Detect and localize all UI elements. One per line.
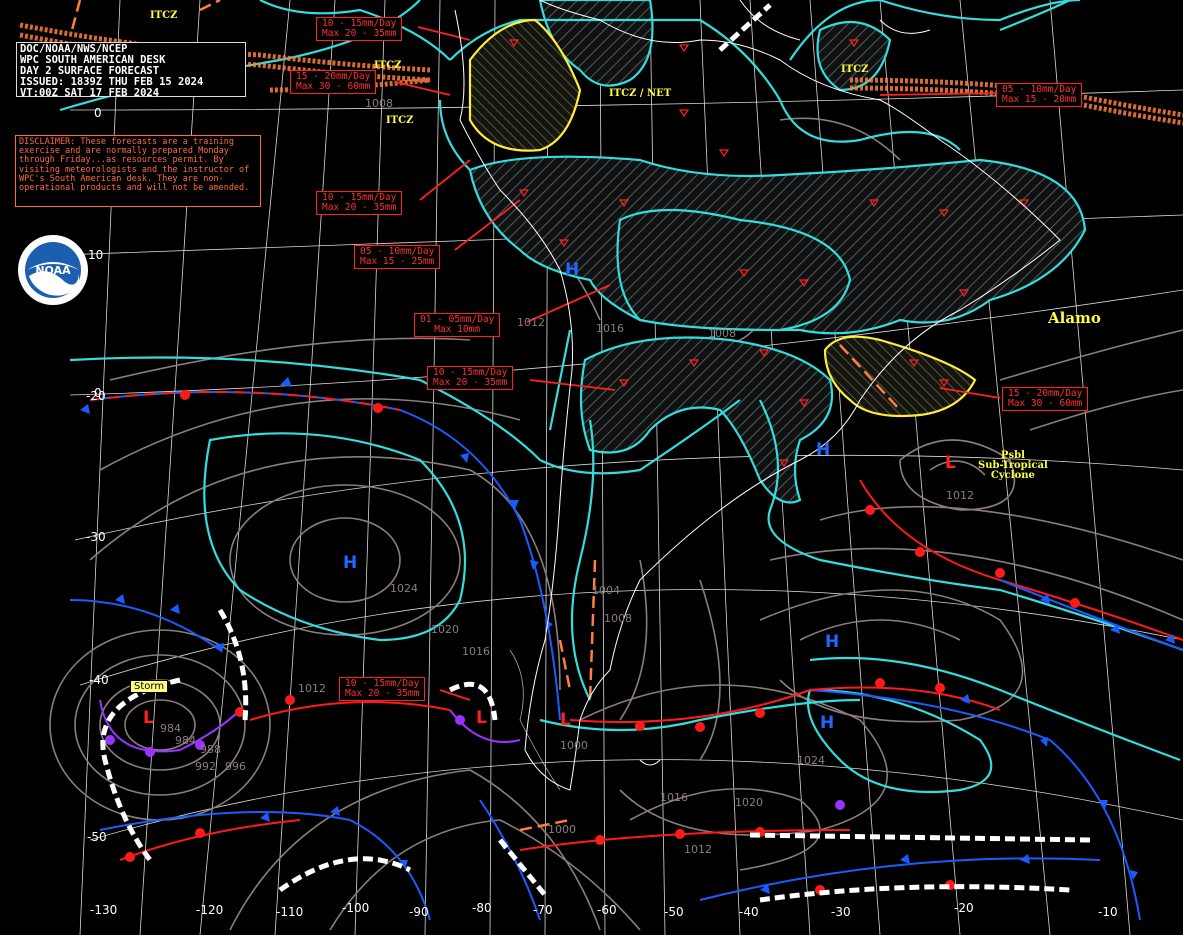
- precip-box: 05 - 10mm/Day Max 15 - 25mm: [354, 245, 441, 269]
- precip-box: 15 - 20mm/Day Max 30 - 60mm: [1002, 387, 1089, 411]
- isobar-label: 1004: [592, 584, 620, 597]
- precip-box: 10 - 15mm/Day Max 20 - 35mm: [339, 677, 426, 701]
- isobar-label: 988: [200, 743, 221, 756]
- lon-label: -70: [533, 903, 553, 917]
- lon-label: -30: [831, 905, 851, 919]
- low-pressure-center: L: [945, 453, 956, 473]
- noaa-logo-text: NOAA: [35, 264, 71, 277]
- lat-label: -20: [86, 389, 106, 403]
- itcz-label: ITCZ: [386, 115, 414, 126]
- isobar-label: 1008: [708, 327, 736, 340]
- precip-box: 10 - 15mm/Day Max 20 - 35mm: [316, 17, 403, 41]
- itcz-label: ITCZ: [841, 64, 869, 75]
- isobar-label: 992: [195, 760, 216, 773]
- isobar-label: 1008: [604, 612, 632, 625]
- product-header: DOC/NOAA/NWS/NCEP WPC SOUTH AMERICAN DES…: [16, 42, 246, 99]
- precip-box: 10 - 15mm/Day Max 20 - 35mm: [316, 191, 403, 215]
- isobar-label: 1016: [462, 645, 490, 658]
- alamo-label: Alamo: [1048, 309, 1101, 327]
- lon-label: -60: [597, 903, 617, 917]
- lat-label: -30: [86, 530, 106, 544]
- isobar-label: 1024: [797, 754, 825, 767]
- isobar-label: 996: [225, 760, 246, 773]
- precip-box: 01 - 05mm/Day Max 10mm: [414, 313, 501, 337]
- lon-label: -130: [90, 903, 118, 917]
- precip-box: 05 - 10mm/Day Max 15 - 20mm: [996, 83, 1083, 107]
- header-valid: VT:00Z SAT 17 FEB 2024: [20, 87, 160, 99]
- itcz-label: ITCZ: [374, 60, 402, 71]
- isobar-label: 1020: [431, 623, 459, 636]
- high-pressure-center: H: [565, 260, 580, 280]
- high-pressure-center: H: [343, 553, 358, 573]
- lat-label: 10: [88, 248, 104, 262]
- lat-label: 0: [94, 106, 102, 120]
- storm-label: Storm: [130, 680, 169, 693]
- itcz-net-label: ITCZ / NET: [609, 88, 672, 99]
- precip-box: 10 - 15mm/Day Max 20 - 35mm: [427, 366, 514, 390]
- disclaimer: DISCLAIMER: These forecasts are a traini…: [15, 135, 261, 207]
- isobar-label: 1016: [660, 791, 688, 804]
- precip-box: 15 - 20mm/Day Max 30 - 60mm: [290, 70, 377, 94]
- itcz-label: ITCZ: [150, 10, 178, 21]
- low-pressure-center: L: [560, 710, 571, 730]
- noaa-logo: NOAA: [18, 235, 88, 305]
- lon-label: -40: [739, 905, 759, 919]
- lon-label: -100: [342, 901, 370, 915]
- lon-label: -80: [472, 901, 492, 915]
- isobar-label: 1012: [517, 316, 545, 329]
- lon-label: -20: [954, 901, 974, 915]
- mesh-area: [509, 649, 561, 791]
- low-pressure-center: L: [476, 708, 487, 728]
- lon-label: -110: [276, 905, 304, 919]
- lon-label: -90: [409, 905, 429, 919]
- isobar-label: 1016: [596, 322, 624, 335]
- low-pressure-center: L: [143, 708, 154, 728]
- lon-label: -10: [1098, 905, 1118, 919]
- isobar-label: 1000: [548, 823, 576, 836]
- isobar-label: 1008: [365, 97, 393, 110]
- lon-label: -120: [196, 903, 224, 917]
- lat-label: -40: [89, 673, 109, 687]
- isobar-label: 984: [175, 734, 196, 747]
- high-pressure-center: H: [816, 440, 831, 460]
- high-pressure-center: H: [825, 632, 840, 652]
- subtropical-cyclone-label: Psbl Sub-Tropical Cyclone: [978, 450, 1048, 481]
- isobar-label: 1012: [946, 489, 974, 502]
- lon-label: -50: [664, 905, 684, 919]
- high-pressure-center: H: [820, 713, 835, 733]
- isobar-label: 1012: [684, 843, 712, 856]
- isobar-label: 1000: [560, 739, 588, 752]
- isobar-label: 1012: [298, 682, 326, 695]
- isobar-label: 1024: [390, 582, 418, 595]
- lat-label: -50: [87, 830, 107, 844]
- isobar-label: 1020: [735, 796, 763, 809]
